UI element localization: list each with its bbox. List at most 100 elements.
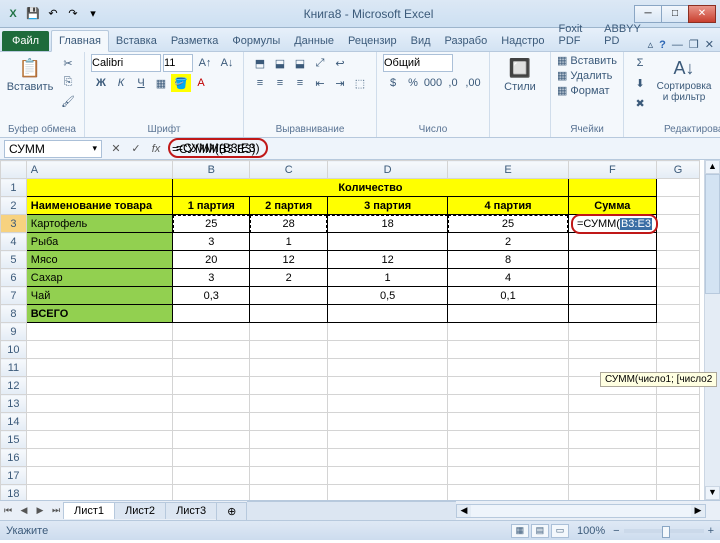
zoom-level[interactable]: 100% — [577, 525, 605, 537]
zoom-slider[interactable] — [624, 529, 704, 533]
cell[interactable] — [173, 395, 250, 413]
cell[interactable] — [173, 413, 250, 431]
cell[interactable] — [448, 323, 568, 341]
scroll-up-icon[interactable]: ▲ — [705, 160, 720, 174]
tab-layout[interactable]: Разметка — [164, 31, 226, 51]
fill-icon[interactable]: ⬇ — [630, 74, 650, 92]
merge-icon[interactable]: ⬚ — [350, 74, 370, 92]
row-header-8[interactable]: 8 — [1, 305, 27, 323]
cell[interactable]: 2 — [448, 233, 568, 251]
cell[interactable]: 3 — [173, 233, 250, 251]
cell[interactable] — [448, 431, 568, 449]
sheet-tab-1[interactable]: Лист1 — [63, 502, 115, 519]
enter-formula-icon[interactable]: ✓ — [126, 140, 146, 158]
percent-icon[interactable]: % — [403, 74, 423, 92]
cell[interactable] — [327, 485, 447, 501]
scroll-down-icon[interactable]: ▼ — [705, 486, 720, 500]
sheet-prev-icon[interactable]: ◀ — [16, 505, 32, 516]
row-header-11[interactable]: 11 — [1, 359, 27, 377]
cell[interactable]: 18 — [327, 215, 447, 233]
cell[interactable] — [568, 431, 656, 449]
cell[interactable] — [448, 485, 568, 501]
font-name-input[interactable] — [91, 54, 161, 72]
cell[interactable] — [568, 179, 656, 197]
styles-button[interactable]: 🔲 Стили — [496, 54, 544, 95]
decrease-font-icon[interactable]: A↓ — [217, 54, 237, 72]
cell[interactable] — [568, 287, 656, 305]
cell[interactable] — [327, 449, 447, 467]
sheet-tab-2[interactable]: Лист2 — [114, 502, 166, 519]
maximize-button[interactable]: □ — [661, 5, 689, 23]
italic-icon[interactable]: К — [111, 74, 131, 92]
cell[interactable] — [250, 431, 327, 449]
cell[interactable]: 1 партия — [173, 197, 250, 215]
doc-minimize-icon[interactable]: — — [672, 39, 683, 51]
cell[interactable]: 0,3 — [173, 287, 250, 305]
tab-insert[interactable]: Вставка — [109, 31, 164, 51]
formula-input[interactable] — [166, 140, 720, 158]
cell[interactable] — [173, 485, 250, 501]
cell[interactable] — [26, 485, 172, 501]
qat-dropdown-icon[interactable]: ▾ — [84, 5, 102, 23]
col-header-a[interactable]: A — [26, 161, 172, 179]
font-size-input[interactable] — [163, 54, 193, 72]
cell[interactable] — [327, 377, 447, 395]
row-header-16[interactable]: 16 — [1, 449, 27, 467]
close-button[interactable]: ✕ — [688, 5, 716, 23]
cell[interactable]: 20 — [173, 251, 250, 269]
row-header-18[interactable]: 18 — [1, 485, 27, 501]
cell[interactable] — [448, 467, 568, 485]
increase-font-icon[interactable]: A↑ — [195, 54, 215, 72]
cell[interactable] — [568, 305, 656, 323]
cell[interactable] — [568, 449, 656, 467]
hscroll-right-icon[interactable]: ▶ — [691, 505, 705, 516]
sheet-first-icon[interactable]: ⏮ — [0, 505, 16, 516]
cell[interactable] — [448, 395, 568, 413]
cell[interactable] — [656, 305, 699, 323]
font-color-icon[interactable]: A — [191, 74, 211, 92]
cell[interactable] — [250, 467, 327, 485]
cell[interactable] — [250, 485, 327, 501]
cell[interactable] — [656, 341, 699, 359]
bold-icon[interactable]: Ж — [91, 74, 111, 92]
cell[interactable] — [656, 467, 699, 485]
cell[interactable] — [250, 359, 327, 377]
cell[interactable]: Сумма — [568, 197, 656, 215]
cell[interactable] — [26, 467, 172, 485]
inc-decimal-icon[interactable]: ,0 — [443, 74, 463, 92]
cell[interactable] — [656, 197, 699, 215]
cell[interactable]: 25 — [173, 215, 250, 233]
cell[interactable]: 1 — [250, 233, 327, 251]
cell[interactable]: Мясо — [26, 251, 172, 269]
cut-icon[interactable]: ✂ — [58, 54, 78, 72]
cell[interactable] — [26, 323, 172, 341]
cell[interactable] — [26, 179, 172, 197]
cell[interactable] — [448, 305, 568, 323]
cell[interactable] — [568, 341, 656, 359]
page-break-view-icon[interactable]: ▭ — [551, 524, 569, 538]
cell[interactable] — [250, 413, 327, 431]
cell[interactable] — [26, 341, 172, 359]
cell[interactable] — [26, 377, 172, 395]
cell[interactable] — [568, 251, 656, 269]
cell[interactable] — [250, 287, 327, 305]
cell[interactable] — [327, 233, 447, 251]
new-sheet-button[interactable]: ⊕ — [216, 502, 247, 520]
cell[interactable] — [656, 485, 699, 501]
cell[interactable] — [250, 305, 327, 323]
ribbon-minimize-icon[interactable]: ▵ — [648, 38, 654, 51]
save-icon[interactable]: 💾 — [24, 5, 42, 23]
normal-view-icon[interactable]: ▦ — [511, 524, 529, 538]
cell[interactable]: 3 партия — [327, 197, 447, 215]
cell[interactable] — [250, 395, 327, 413]
cell[interactable] — [568, 413, 656, 431]
cell[interactable] — [250, 323, 327, 341]
page-layout-view-icon[interactable]: ▤ — [531, 524, 549, 538]
doc-close-icon[interactable]: ✕ — [705, 38, 714, 51]
wrap-text-icon[interactable]: ↩ — [330, 54, 350, 72]
number-format-input[interactable] — [383, 54, 453, 72]
cell[interactable]: 8 — [448, 251, 568, 269]
cell[interactable]: ВСЕГО — [26, 305, 172, 323]
cell[interactable] — [656, 413, 699, 431]
tab-formulas[interactable]: Формулы — [225, 31, 287, 51]
